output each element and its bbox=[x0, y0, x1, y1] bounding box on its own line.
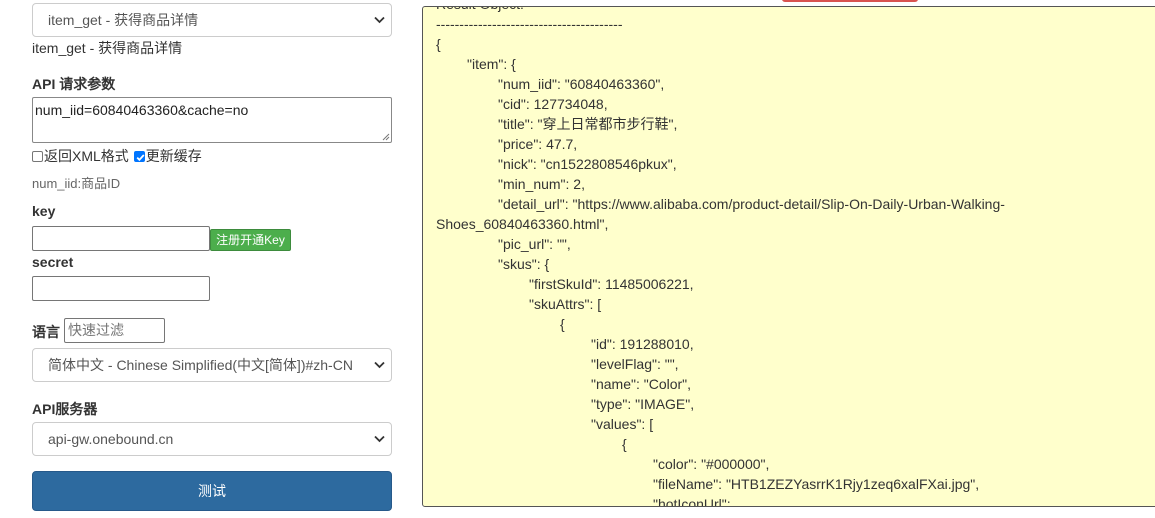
options-row: 返回XML格式 更新缓存 bbox=[32, 146, 202, 166]
key-input[interactable] bbox=[32, 226, 210, 251]
result-line: "min_num": 2, bbox=[498, 176, 585, 192]
chevron-down-icon bbox=[374, 361, 385, 369]
chevron-down-icon bbox=[374, 435, 385, 443]
result-line: "num_iid": "60840463360", bbox=[498, 76, 665, 92]
result-line: "levelFlag": "", bbox=[591, 356, 679, 372]
language-filter-placeholder: 快速过滤 bbox=[68, 322, 124, 338]
result-tab-indicator bbox=[782, 0, 918, 2]
result-line: "price": 47.7, bbox=[498, 136, 578, 152]
result-line: "name": "Color", bbox=[591, 376, 692, 392]
language-label: 语言 bbox=[32, 324, 60, 340]
result-line: "fileName": "HTB1ZEZYasrrK1Rjy1zeq6xalFX… bbox=[653, 476, 980, 492]
server-select-value: api-gw.onebound.cn bbox=[48, 431, 174, 447]
checkmark-icon bbox=[136, 153, 145, 161]
xml-format-label[interactable]: 返回XML格式 bbox=[44, 146, 129, 166]
result-line: "firstSkuId": 11485006221, bbox=[529, 276, 694, 292]
result-line: "item": { bbox=[467, 56, 516, 72]
result-line: "detail_url": "https://www.alibaba.com/p… bbox=[498, 196, 1005, 212]
result-panel[interactable]: Result Object: --------------------------… bbox=[422, 6, 1155, 507]
result-line: "pic_url": "", bbox=[498, 236, 571, 252]
api-method-name: item_get - 获得商品详情 bbox=[32, 40, 183, 56]
chevron-down-icon bbox=[374, 16, 385, 24]
param-hint: num_iid:商品ID bbox=[32, 176, 121, 191]
params-textarea[interactable]: num_iid=60840463360&cache=no bbox=[32, 97, 392, 143]
update-cache-checkbox[interactable] bbox=[133, 150, 145, 162]
params-label: API 请求参数 bbox=[32, 76, 116, 92]
result-line: ---------------------------------------- bbox=[436, 16, 623, 32]
result-line: "id": 191288010, bbox=[591, 336, 694, 352]
result-line: "color": "#000000", bbox=[653, 456, 770, 472]
result-line: "nick": "cn1522808546pkux", bbox=[498, 156, 677, 172]
result-line: Shoes_60840463360.html", bbox=[436, 216, 609, 232]
resize-grip-icon[interactable] bbox=[382, 133, 390, 141]
result-line: Result Object: bbox=[436, 7, 1005, 14]
register-key-button[interactable]: 注册开通Key bbox=[210, 229, 291, 251]
secret-input[interactable] bbox=[32, 276, 210, 301]
xml-format-checkbox[interactable] bbox=[32, 150, 43, 162]
test-button[interactable]: 测试 bbox=[32, 471, 392, 511]
params-value: num_iid=60840463360&cache=no bbox=[35, 102, 249, 118]
api-method-select[interactable]: item_get - 获得商品详情 bbox=[32, 3, 392, 37]
api-method-select-value: item_get - 获得商品详情 bbox=[48, 12, 199, 28]
secret-label: secret bbox=[32, 254, 74, 270]
result-json: Result Object: --------------------------… bbox=[436, 7, 1005, 507]
language-filter-input[interactable]: 快速过滤 bbox=[64, 318, 165, 343]
result-line: "cid": 127734048, bbox=[498, 96, 608, 112]
result-line: "type": "IMAGE", bbox=[591, 396, 695, 412]
server-label: API服务器 bbox=[32, 401, 98, 417]
server-select[interactable]: api-gw.onebound.cn bbox=[32, 422, 392, 456]
language-select-value: 简体中文 - Chinese Simplified(中文[简体])#zh-CN bbox=[48, 357, 353, 373]
update-cache-label[interactable]: 更新缓存 bbox=[146, 146, 202, 166]
api-test-page: item_get - 获得商品详情 item_get - 获得商品详情 API … bbox=[0, 0, 1155, 518]
result-line: "skus": { bbox=[498, 256, 550, 272]
result-line: "skuAttrs": [ bbox=[529, 296, 602, 312]
result-line: { bbox=[622, 436, 627, 452]
language-select[interactable]: 简体中文 - Chinese Simplified(中文[简体])#zh-CN bbox=[32, 348, 392, 382]
result-line: { bbox=[436, 36, 441, 52]
key-label: key bbox=[32, 203, 56, 219]
result-line: "title": "穿上日常都市步行鞋", bbox=[498, 116, 678, 132]
result-line: { bbox=[560, 316, 565, 332]
result-line: "hotIconUrl": bbox=[653, 496, 731, 507]
result-line: "values": [ bbox=[591, 416, 654, 432]
